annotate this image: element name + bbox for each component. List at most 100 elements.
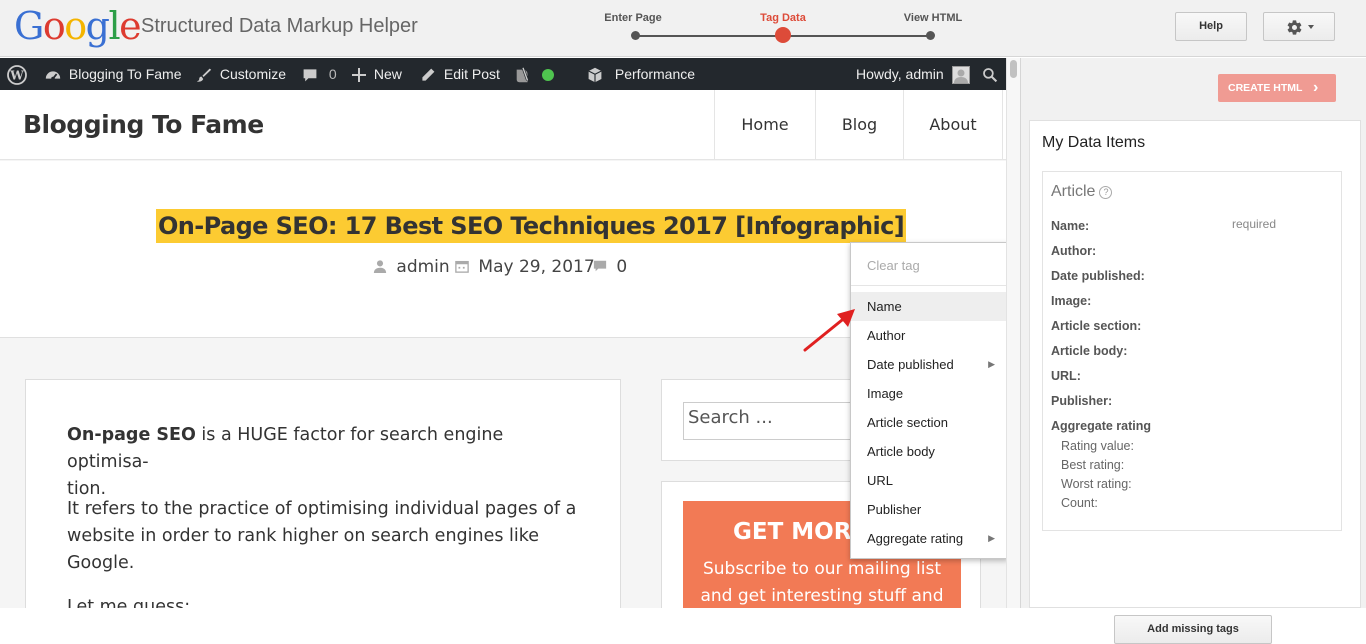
- help-icon[interactable]: ?: [1099, 186, 1113, 199]
- subscribe-text: and get interesting stuff and: [700, 586, 944, 606]
- data-items-panel: CREATE HTML › My Data Items Article? Nam…: [1020, 58, 1366, 644]
- subfield-rating-value: Rating value:: [1061, 439, 1134, 453]
- field-publisher: Publisher:: [1051, 394, 1113, 408]
- scrollbar-thumb[interactable]: [1010, 60, 1017, 78]
- comment-icon: [593, 260, 607, 272]
- menu-item-article-section[interactable]: Article section: [851, 408, 1007, 437]
- my-data-items: My Data Items Article? Name: required Au…: [1029, 120, 1361, 644]
- post-author: admin: [373, 257, 450, 277]
- item-type-title: Article?: [1051, 183, 1113, 201]
- menu-item-label: Author: [867, 328, 906, 343]
- preview-scrollbar[interactable]: [1006, 58, 1020, 608]
- menu-item-url[interactable]: URL: [851, 466, 1007, 495]
- user-icon: [373, 260, 387, 273]
- item-type-label: Article: [1051, 183, 1096, 200]
- menu-item-author[interactable]: Author: [851, 321, 1007, 350]
- article-item-box: Article? Name: required Author: Date pub…: [1042, 171, 1342, 531]
- paragraph: It refers to the practice of optimising …: [67, 496, 587, 577]
- wp-customize[interactable]: Customize: [196, 58, 286, 90]
- tag-context-menu: Clear tag Name Author Date published ▶ Im…: [850, 242, 1008, 559]
- menu-item-label: Date published: [867, 357, 954, 372]
- step-enter-page-dot[interactable]: [631, 31, 640, 40]
- field-url: URL:: [1051, 369, 1081, 383]
- field-date-published: Date published:: [1051, 269, 1145, 283]
- menu-item-publisher[interactable]: Publisher: [851, 495, 1007, 524]
- subfield-worst-rating: Worst rating:: [1061, 477, 1132, 491]
- post-comments: 0: [593, 257, 627, 277]
- comment-icon: [303, 69, 317, 82]
- text: It refers to the practice of optimising …: [67, 499, 577, 519]
- wp-performance[interactable]: Performance: [587, 58, 695, 90]
- step-tag-data-dot[interactable]: [775, 27, 791, 43]
- required-label: required: [1232, 217, 1277, 231]
- status-dot-icon: [541, 69, 554, 82]
- field-name: Name:: [1051, 219, 1090, 233]
- avatar: [951, 66, 970, 85]
- menu-item-label: URL: [867, 473, 894, 488]
- logo-letter: o: [64, 4, 87, 48]
- paragraph: Let me guess:: [67, 597, 191, 608]
- plus-icon: [352, 68, 366, 83]
- menu-divider: [851, 285, 1007, 286]
- step-view-html-dot[interactable]: [926, 31, 935, 40]
- nav-home[interactable]: Home: [714, 90, 815, 160]
- field-author: Author:: [1051, 244, 1097, 258]
- post-comments-count[interactable]: 0: [616, 257, 627, 277]
- panel-title: My Data Items: [1042, 134, 1146, 151]
- menu-item-image[interactable]: Image: [851, 379, 1007, 408]
- menu-item-date-published[interactable]: Date published ▶: [851, 350, 1007, 379]
- pencil-icon: [422, 68, 435, 81]
- wp-comments-count: 0: [328, 66, 337, 82]
- settings-button[interactable]: [1263, 12, 1335, 41]
- menu-item-label: Name: [867, 299, 902, 314]
- wp-site-name: Blogging To Fame: [68, 66, 182, 82]
- annotation-arrow-icon: [803, 309, 855, 352]
- post-title[interactable]: On-Page SEO: 17 Best SEO Techniques 2017…: [156, 209, 907, 243]
- menu-item-article-body[interactable]: Article body: [851, 437, 1007, 466]
- step-enter-page-label: Enter Page: [604, 12, 662, 24]
- wp-edit-post[interactable]: Edit Post: [420, 58, 500, 90]
- wp-performance-label: Performance: [614, 66, 696, 82]
- subfield-count: Count:: [1061, 496, 1098, 510]
- subfield-best-rating: Best rating:: [1061, 458, 1125, 472]
- paragraph: On-page SEO is a HUGE factor for search …: [67, 422, 587, 503]
- logo-letter: o: [42, 4, 66, 48]
- yoast-seo-menu[interactable]: [514, 58, 554, 90]
- step-view-html-label: View HTML: [903, 12, 963, 24]
- wp-new[interactable]: New: [352, 58, 402, 90]
- nav-about[interactable]: About: [903, 90, 1003, 160]
- logo-letter: g: [85, 4, 110, 48]
- create-html-label: CREATE HTML: [1228, 82, 1303, 94]
- wp-search[interactable]: [982, 58, 998, 90]
- menu-item-label: Image: [867, 386, 904, 401]
- wordpress-logo-icon[interactable]: W: [7, 58, 27, 90]
- menu-item-aggregate-rating[interactable]: Aggregate rating ▶: [851, 524, 1007, 553]
- create-html-button[interactable]: CREATE HTML ›: [1218, 74, 1336, 102]
- site-name[interactable]: Blogging To Fame: [23, 110, 264, 139]
- chevron-right-icon: ›: [1313, 79, 1319, 96]
- yoast-icon: [516, 67, 529, 83]
- post-date-value: May 29, 2017: [478, 257, 595, 277]
- field-article-body: Article body:: [1051, 344, 1128, 358]
- post-content: On-page SEO is a HUGE factor for search …: [25, 379, 621, 608]
- field-image: Image:: [1051, 294, 1092, 308]
- nav-blog[interactable]: Blog: [815, 90, 903, 160]
- wp-edit-post-label: Edit Post: [443, 66, 500, 82]
- wp-new-label: New: [373, 66, 402, 82]
- clear-tag-item[interactable]: Clear tag: [851, 251, 1007, 280]
- add-missing-tags-button[interactable]: Add missing tags: [1114, 615, 1272, 644]
- dashboard-icon: [45, 71, 61, 81]
- wp-comments[interactable]: 0: [302, 58, 337, 90]
- wp-site-menu[interactable]: Blogging To Fame: [44, 58, 181, 90]
- menu-item-name[interactable]: Name: [851, 292, 1007, 321]
- logo-letter: l: [108, 4, 120, 48]
- post-author-name[interactable]: admin: [396, 257, 449, 277]
- progress-stepper: Enter Page Tag Data View HTML: [580, 8, 980, 48]
- wp-admin-bar: W Blogging To Fame Customize 0 New Edit …: [0, 58, 1006, 90]
- app-title: Structured Data Markup Helper: [141, 15, 418, 37]
- wp-customize-label: Customize: [219, 66, 287, 82]
- help-button[interactable]: Help: [1175, 12, 1247, 41]
- wp-account[interactable]: Howdy, admin: [856, 58, 970, 90]
- wp-howdy: Howdy, admin: [856, 66, 944, 82]
- top-bar: Google Structured Data Markup Helper Ent…: [0, 0, 1366, 57]
